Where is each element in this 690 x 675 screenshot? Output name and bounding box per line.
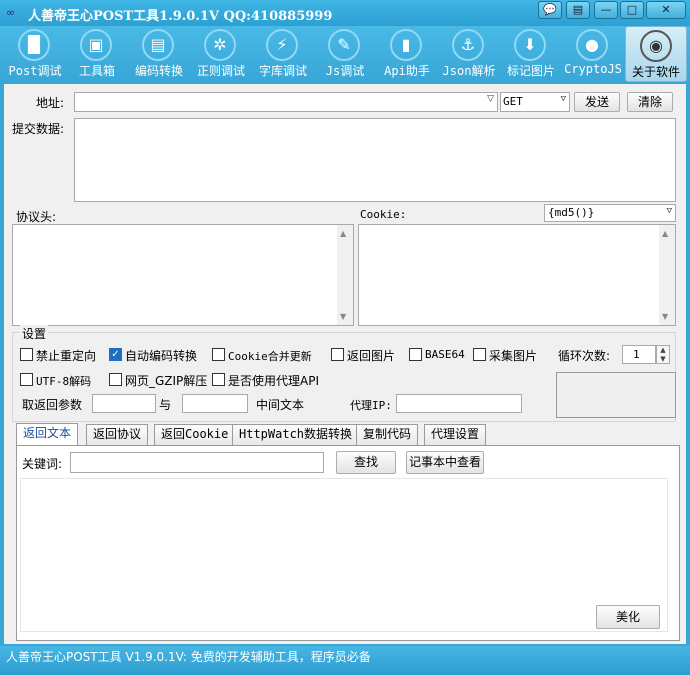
toolbox-icon: ▣ bbox=[80, 29, 112, 61]
app-logo-icon: ∞ bbox=[6, 6, 16, 19]
tool-toolbox[interactable]: ▣ 工具箱 bbox=[66, 26, 128, 82]
minimize-button[interactable]: — bbox=[594, 1, 618, 19]
proxy-ip-input[interactable] bbox=[396, 394, 522, 413]
main-panel: 地址: ▽ GET ▽ 发送 清除 提交数据: 协议头: Cookie: {md… bbox=[4, 84, 686, 644]
take-param-label: 取返回参数 bbox=[22, 398, 83, 412]
no-redirect-checkbox[interactable] bbox=[20, 348, 33, 361]
take-param-left-input[interactable] bbox=[92, 394, 156, 413]
send-button[interactable]: 发送 bbox=[574, 92, 620, 112]
cookie-mode-select[interactable]: {md5()} ▽ bbox=[544, 204, 676, 222]
use-proxy-label: 是否使用代理API bbox=[228, 374, 319, 388]
utf8-checkbox[interactable] bbox=[20, 373, 33, 386]
post-debug-icon: ▐▌ bbox=[18, 29, 50, 61]
tool-api-helper[interactable]: ▮ Api助手 bbox=[376, 26, 438, 82]
utf8-label: UTF-8解码 bbox=[36, 375, 92, 388]
tab-proxy-settings[interactable]: 代理设置 bbox=[424, 424, 487, 445]
cookie-scrollbar[interactable]: ▲ ▼ bbox=[659, 225, 675, 325]
cookie-label: Cookie: bbox=[360, 208, 407, 221]
toolbar: ▐▌ Post调试 ▣ 工具箱 ▤ 编码转换 ✲ 正则调试 ⚡ 字库调试 ✎ Js调试 ▮ A… bbox=[0, 26, 690, 82]
tool-post-debug[interactable]: ▐▌ Post调试 bbox=[4, 26, 66, 82]
tool-js-debug[interactable]: ✎ Js调试 bbox=[314, 26, 376, 82]
auto-encoding-label: 自动编码转换 bbox=[125, 349, 198, 363]
notepad-view-button[interactable]: 记事本中查看 bbox=[406, 451, 484, 474]
clear-button[interactable]: 清除 bbox=[627, 92, 673, 112]
response-textarea[interactable] bbox=[20, 478, 668, 632]
chat-icon[interactable]: 💬 bbox=[538, 1, 562, 19]
find-button[interactable]: 查找 bbox=[336, 451, 396, 474]
keyword-input[interactable] bbox=[70, 452, 324, 473]
tool-mark-image[interactable]: ⬇ 标记图片 bbox=[500, 26, 562, 82]
no-redirect-label: 禁止重定向 bbox=[36, 349, 97, 363]
proxy-ip-label: 代理IP: bbox=[350, 399, 392, 412]
maximize-button[interactable]: □ bbox=[620, 1, 644, 19]
return-image-label: 返回图片 bbox=[347, 349, 396, 363]
headers-textarea[interactable]: ▲ ▼ bbox=[12, 224, 354, 326]
menu-icon[interactable]: ▤ bbox=[566, 1, 590, 19]
loop-count-input[interactable]: 1 bbox=[622, 345, 656, 364]
auto-encoding-checkbox[interactable]: ✓ bbox=[109, 348, 122, 361]
with-label: 与 bbox=[159, 398, 172, 412]
tab-copy-code[interactable]: 复制代码 bbox=[356, 424, 419, 445]
title-bar: ∞ 人善帝王心POST工具1.9.0.1V QQ:410885999 💬 ▤ —… bbox=[0, 0, 690, 26]
loop-count-stepper[interactable]: ▲ ▼ bbox=[656, 345, 670, 364]
tool-regex[interactable]: ✲ 正则调试 bbox=[190, 26, 252, 82]
book-icon: ▮ bbox=[390, 29, 422, 61]
gzip-label: 网页_GZIP解压 bbox=[125, 374, 208, 388]
postdata-textarea[interactable] bbox=[74, 118, 676, 202]
tool-cryptojs[interactable]: ● CryptoJS bbox=[562, 26, 624, 82]
tool-font-lib[interactable]: ⚡ 字库调试 bbox=[252, 26, 314, 82]
method-select[interactable]: GET ▽ bbox=[500, 92, 570, 112]
address-label: 地址: bbox=[36, 96, 65, 110]
tab-return-text[interactable]: 返回文本 bbox=[16, 423, 79, 446]
tab-return-protocol[interactable]: 返回协议 bbox=[86, 424, 149, 445]
return-image-checkbox[interactable] bbox=[331, 348, 344, 361]
anchor-icon: ⚓ bbox=[452, 29, 484, 61]
encoding-icon: ▤ bbox=[142, 29, 174, 61]
use-proxy-checkbox[interactable] bbox=[212, 373, 225, 386]
tab-return-cookie[interactable]: 返回Cookie bbox=[154, 424, 236, 445]
headers-scrollbar[interactable]: ▲ ▼ bbox=[337, 225, 353, 325]
collect-image-label: 采集图片 bbox=[489, 349, 538, 363]
tool-encoding[interactable]: ▤ 编码转换 bbox=[128, 26, 190, 82]
cookie-merge-label: Cookie合并更新 bbox=[228, 350, 312, 363]
bomb-icon: ● bbox=[576, 29, 608, 61]
base64-checkbox[interactable] bbox=[409, 348, 422, 361]
cookie-merge-checkbox[interactable] bbox=[212, 348, 225, 361]
settings-group-label: 设置 bbox=[20, 325, 49, 342]
js-tools-icon: ✎ bbox=[328, 29, 360, 61]
tool-json[interactable]: ⚓ Json解析 bbox=[438, 26, 500, 82]
postdata-label: 提交数据: bbox=[12, 122, 65, 136]
chevron-down-icon[interactable]: ▽ bbox=[561, 94, 566, 104]
tab-strip: 返回文本 返回协议 返回Cookie HttpWatch数据转换 复制代码 代理… bbox=[12, 423, 684, 447]
loop-count-label: 循环次数: bbox=[558, 349, 611, 363]
middle-text-label: 中间文本 bbox=[256, 398, 305, 412]
base64-label: BASE64 bbox=[425, 348, 465, 361]
chevron-down-icon[interactable]: ▽ bbox=[667, 206, 672, 216]
lightning-icon: ⚡ bbox=[266, 29, 298, 61]
tool-about[interactable]: ◉ 关于软件 bbox=[625, 26, 687, 82]
regex-icon: ✲ bbox=[204, 29, 236, 61]
gzip-checkbox[interactable] bbox=[109, 373, 122, 386]
tab-httpwatch[interactable]: HttpWatch数据转换 bbox=[232, 424, 360, 445]
close-button[interactable]: ✕ bbox=[646, 1, 686, 19]
captcha-image bbox=[556, 372, 676, 418]
chevron-down-icon[interactable]: ▽ bbox=[487, 94, 494, 104]
headers-label: 协议头: bbox=[16, 210, 57, 224]
beautify-button[interactable]: 美化 bbox=[596, 605, 660, 629]
keyword-label: 关键词: bbox=[22, 457, 63, 471]
window-title: 人善帝王心POST工具1.9.0.1V QQ:410885999 bbox=[28, 9, 333, 24]
address-input[interactable]: ▽ bbox=[74, 92, 498, 112]
status-bar: 人善帝王心POST工具 V1.9.0.1V: 免费的开发辅助工具，程序员必备 bbox=[0, 646, 690, 675]
download-icon: ⬇ bbox=[514, 29, 546, 61]
aperture-icon: ◉ bbox=[640, 30, 672, 62]
collect-image-checkbox[interactable] bbox=[473, 348, 486, 361]
take-param-right-input[interactable] bbox=[182, 394, 248, 413]
cookie-textarea[interactable]: ▲ ▼ bbox=[358, 224, 676, 326]
